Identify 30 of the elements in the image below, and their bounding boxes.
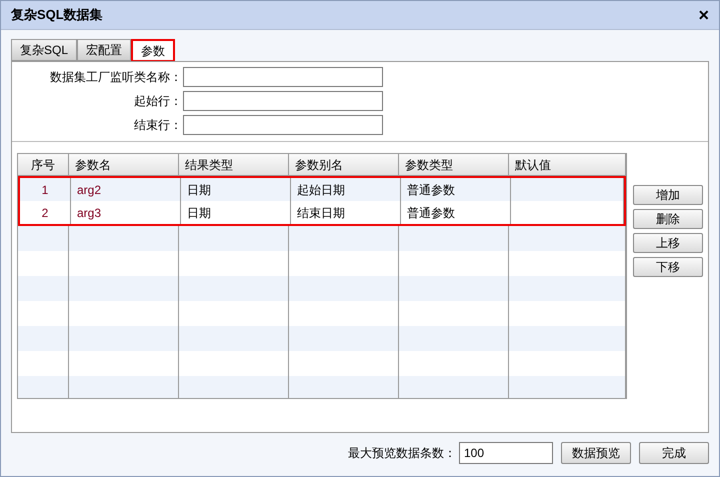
input-field[interactable] [183, 90, 383, 110]
column-header: 结果类型 [179, 154, 289, 175]
column-header: 参数类型 [399, 154, 509, 175]
footer-button[interactable]: 数据预览 [561, 442, 631, 464]
side-button[interactable]: 删除 [633, 209, 703, 229]
table-cell: arg3 [71, 201, 181, 224]
tab[interactable]: 参数 [131, 39, 176, 62]
tab[interactable]: 复杂SQL [11, 39, 78, 61]
table-cell: 结束日期 [291, 201, 401, 224]
footer-button[interactable]: 完成 [639, 442, 709, 464]
side-button[interactable]: 增加 [633, 185, 703, 205]
tab[interactable]: 宏配置 [77, 39, 132, 61]
side-button[interactable]: 下移 [633, 257, 703, 277]
table-cell: 2 [20, 201, 71, 224]
field-label: 结束行： [133, 116, 182, 134]
input-field[interactable] [183, 114, 383, 134]
table-cell: 普通参数 [401, 201, 511, 224]
side-button[interactable]: 上移 [633, 233, 703, 253]
field-label: 数据集工厂监听类名称： [49, 68, 182, 86]
table-cell: 日期 [181, 201, 291, 224]
close-button[interactable]: × [698, 6, 709, 24]
window-title: 复杂SQL数据集 [11, 6, 103, 24]
input-field[interactable] [183, 66, 383, 86]
column-header: 序号 [18, 154, 69, 175]
field-label: 起始行： [133, 92, 182, 110]
input-field[interactable]: 100 [459, 442, 553, 464]
preview-count-label: 最大预览数据条数： [348, 445, 456, 462]
column-header: 参数名 [69, 154, 179, 175]
column-header: 参数别名 [289, 154, 399, 175]
column-header: 默认值 [509, 154, 626, 175]
